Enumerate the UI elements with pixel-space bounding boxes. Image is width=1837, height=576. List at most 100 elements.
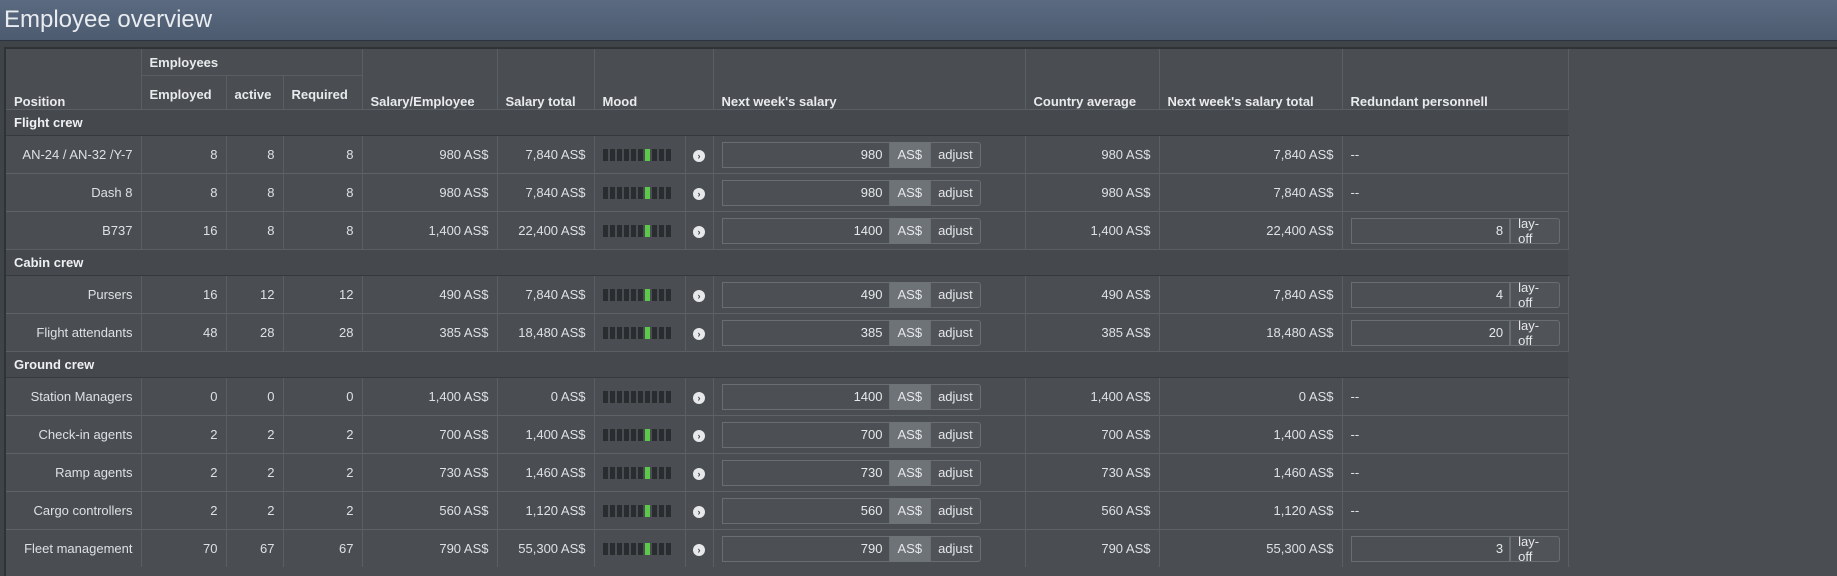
redundant-cell: -- — [1342, 415, 1569, 454]
adjust-button[interactable]: adjust — [930, 421, 981, 448]
next-week-total-cell: 0 AS$ — [1159, 377, 1343, 416]
adjust-button[interactable]: adjust — [930, 319, 981, 346]
chevron-right-icon[interactable]: › — [693, 226, 705, 239]
mood-segment — [616, 504, 622, 517]
adjust-button[interactable]: adjust — [930, 383, 981, 410]
mood-segment — [665, 542, 671, 555]
col-mood-header[interactable]: Mood — [594, 49, 714, 110]
mood-segment — [609, 466, 615, 479]
chevron-right-icon[interactable]: › — [693, 290, 705, 303]
adjust-button[interactable]: adjust — [930, 497, 981, 524]
chevron-right-icon[interactable]: › — [693, 328, 705, 341]
layoff-count-input[interactable]: 4 — [1350, 281, 1511, 308]
col-employed-header[interactable]: Employed — [141, 75, 227, 110]
mood-meter — [602, 186, 677, 199]
layoff-control: 3 lay-off — [1350, 534, 1560, 564]
salary-employee-cell: 385 AS$ — [362, 313, 498, 352]
mood-segment — [609, 224, 615, 237]
next-salary-input[interactable]: 730 — [721, 459, 890, 486]
adjust-button[interactable]: adjust — [930, 217, 981, 244]
mood-segment — [602, 390, 608, 403]
layoff-button[interactable]: lay-off — [1510, 534, 1560, 564]
adjust-button[interactable]: adjust — [930, 535, 981, 562]
mood-segment — [602, 428, 608, 441]
mood-segment — [658, 542, 664, 555]
layoff-button[interactable]: lay-off — [1510, 280, 1560, 310]
mood-segment — [644, 428, 650, 441]
mood-segment — [602, 504, 608, 517]
col-active-header[interactable]: active — [226, 75, 284, 110]
col-next-week-salary-header[interactable]: Next week's salary — [713, 49, 1026, 110]
layoff-button[interactable]: lay-off — [1510, 318, 1560, 348]
col-country-average-header[interactable]: Country average — [1025, 49, 1160, 110]
next-salary-input[interactable]: 1400 — [721, 217, 890, 244]
currency-label: AS$ — [889, 217, 931, 244]
next-salary-input[interactable]: 790 — [721, 535, 890, 562]
col-required-header[interactable]: Required — [283, 75, 363, 110]
adjust-button[interactable]: adjust — [930, 459, 981, 486]
mood-meter — [602, 466, 677, 479]
mood-segment — [616, 466, 622, 479]
mood-meter — [602, 504, 677, 517]
salary-control: 385 AS$ adjust — [721, 319, 1017, 347]
mood-segment — [651, 186, 657, 199]
layoff-control: 20 lay-off — [1350, 318, 1560, 348]
chevron-right-icon[interactable]: › — [693, 544, 705, 557]
next-salary-input[interactable]: 385 — [721, 319, 890, 346]
salary-control: 1400 AS$ adjust — [721, 383, 1017, 411]
country-average-cell: 790 AS$ — [1025, 529, 1160, 567]
col-next-week-total-header[interactable]: Next week's salary total — [1159, 49, 1343, 110]
mood-segment — [623, 504, 629, 517]
layoff-count-input[interactable]: 3 — [1350, 535, 1511, 562]
mood-segment — [651, 390, 657, 403]
next-salary-input[interactable]: 700 — [721, 421, 890, 448]
country-average-cell: 730 AS$ — [1025, 453, 1160, 492]
chevron-right-icon[interactable]: › — [693, 150, 705, 163]
mood-segment — [630, 224, 636, 237]
position-cell: Fleet management — [6, 529, 142, 567]
section-title: Ground crew — [6, 351, 1568, 378]
table-row: Check-in agents 2 2 2 700 AS$ 1,400 AS$ › 700 AS… — [6, 415, 1569, 454]
col-redundant-header[interactable]: Redundant personnell — [1342, 49, 1569, 110]
position-cell: Ramp agents — [6, 453, 142, 492]
active-cell: 0 — [226, 377, 284, 416]
position-cell: AN-24 / AN-32 /Y-7 — [6, 135, 142, 174]
employed-cell: 2 — [141, 415, 227, 454]
next-salary-input[interactable]: 980 — [721, 141, 890, 168]
salary-total-cell: 7,840 AS$ — [497, 135, 595, 174]
country-average-cell: 490 AS$ — [1025, 275, 1160, 314]
col-position-header[interactable]: Position — [6, 49, 142, 110]
chevron-right-icon[interactable]: › — [693, 188, 705, 201]
chevron-right-icon[interactable]: › — [693, 430, 705, 443]
adjust-button[interactable]: adjust — [930, 141, 981, 168]
chevron-right-icon[interactable]: › — [693, 392, 705, 405]
mood-segment — [637, 390, 643, 403]
adjust-button[interactable]: adjust — [930, 281, 981, 308]
currency-label: AS$ — [889, 179, 931, 206]
mood-segment — [609, 186, 615, 199]
salary-control: 980 AS$ adjust — [721, 179, 1017, 207]
country-average-cell: 980 AS$ — [1025, 135, 1160, 174]
adjust-button[interactable]: adjust — [930, 179, 981, 206]
mood-segment — [644, 542, 650, 555]
layoff-button[interactable]: lay-off — [1510, 216, 1560, 246]
chevron-right-icon[interactable]: › — [693, 468, 705, 481]
next-salary-input[interactable]: 1400 — [721, 383, 890, 410]
layoff-count-input[interactable]: 20 — [1350, 319, 1511, 346]
employee-table-panel: Position Employees Salary/Employee Salar… — [4, 47, 1837, 576]
next-salary-input[interactable]: 560 — [721, 497, 890, 524]
mood-segment — [665, 504, 671, 517]
mood-segment — [623, 224, 629, 237]
chevron-right-icon[interactable]: › — [693, 506, 705, 519]
section-title: Cabin crew — [6, 249, 1568, 276]
layoff-count-input[interactable]: 8 — [1350, 217, 1511, 244]
col-salary-total-header[interactable]: Salary total — [497, 49, 595, 110]
mood-segment — [651, 288, 657, 301]
col-salary-employee-header[interactable]: Salary/Employee — [362, 49, 498, 110]
details-cell: › — [685, 415, 714, 454]
mood-meter — [602, 148, 677, 161]
next-salary-input[interactable]: 490 — [721, 281, 890, 308]
mood-segment — [609, 288, 615, 301]
next-salary-input[interactable]: 980 — [721, 179, 890, 206]
position-cell: B737 — [6, 211, 142, 250]
